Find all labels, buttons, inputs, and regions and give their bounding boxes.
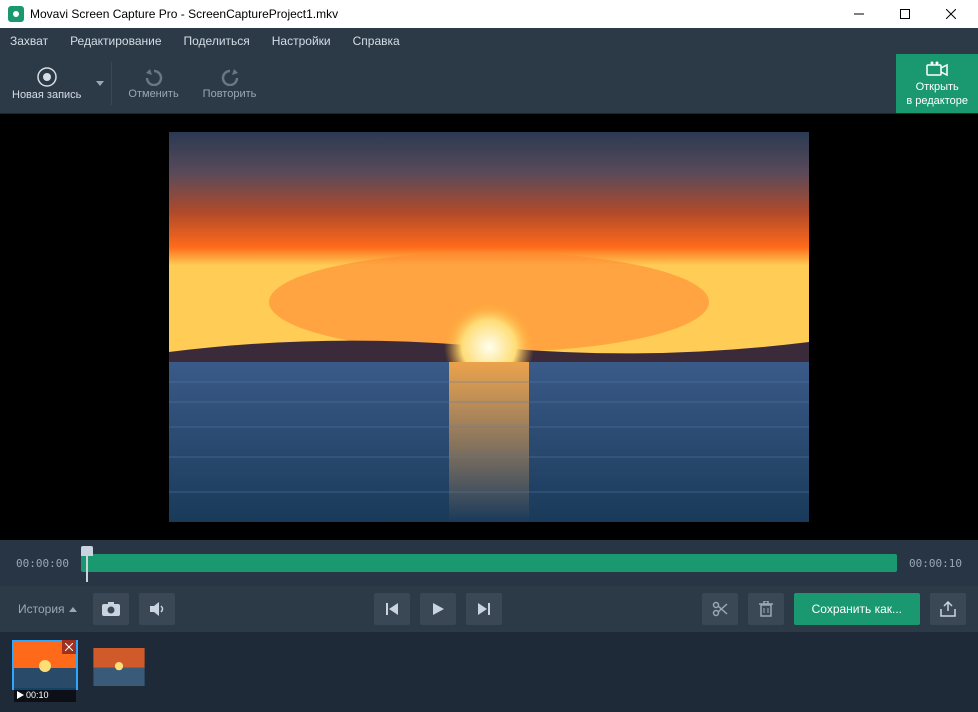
timeline-track[interactable] xyxy=(81,554,897,572)
thumbnail-item[interactable] xyxy=(88,640,150,702)
redo-icon xyxy=(219,68,241,86)
play-icon xyxy=(431,602,445,616)
undo-icon xyxy=(143,68,165,86)
next-frame-button[interactable] xyxy=(466,593,502,625)
toolbar: Новая запись Отменить Повторить Открыть … xyxy=(0,54,978,114)
open-editor-label-2: в редакторе xyxy=(906,95,968,107)
thumbnail-row: 00:10 xyxy=(0,632,978,710)
undo-label: Отменить xyxy=(128,88,178,100)
history-button[interactable]: История xyxy=(12,602,83,616)
menu-share[interactable]: Поделиться xyxy=(184,34,250,48)
photo-camera-icon xyxy=(102,602,120,616)
open-in-editor-button[interactable]: Открыть в редакторе xyxy=(896,54,978,113)
close-icon xyxy=(65,643,73,651)
separator xyxy=(111,62,112,105)
thumbnail-duration: 00:10 xyxy=(26,690,49,700)
thumbnail-close-button[interactable] xyxy=(62,640,76,654)
chevron-down-icon xyxy=(96,81,104,86)
prev-frame-button[interactable] xyxy=(374,593,410,625)
save-as-label: Сохранить как... xyxy=(812,602,902,616)
redo-button[interactable]: Повторить xyxy=(191,54,269,113)
timeline-row: 00:00:00 00:00:10 xyxy=(0,540,978,586)
mute-button[interactable] xyxy=(139,593,175,625)
menu-capture[interactable]: Захват xyxy=(10,34,48,48)
record-icon xyxy=(37,67,57,87)
play-icon xyxy=(16,691,24,699)
new-recording-label: Новая запись xyxy=(12,89,81,101)
titlebar: Movavi Screen Capture Pro - ScreenCaptur… xyxy=(0,0,978,28)
time-start: 00:00:00 xyxy=(16,557,69,570)
menubar: Захват Редактирование Поделиться Настрой… xyxy=(0,28,978,54)
screenshot-button[interactable] xyxy=(93,593,129,625)
menu-help[interactable]: Справка xyxy=(353,34,400,48)
preview-area xyxy=(0,114,978,540)
redo-label: Повторить xyxy=(203,88,257,100)
scissors-icon xyxy=(712,601,728,617)
share-button[interactable] xyxy=(930,593,966,625)
playhead[interactable] xyxy=(81,546,93,582)
window-title: Movavi Screen Capture Pro - ScreenCaptur… xyxy=(30,7,836,21)
thumbnail-item[interactable]: 00:10 xyxy=(14,640,76,702)
thumbnail-image xyxy=(88,648,150,686)
camera-icon xyxy=(926,61,948,79)
thumbnail-footer: 00:10 xyxy=(14,688,76,702)
close-button[interactable] xyxy=(928,0,974,28)
new-recording-dropdown[interactable] xyxy=(93,54,107,113)
menu-settings[interactable]: Настройки xyxy=(272,34,331,48)
controls-row: История Сохранить как... xyxy=(0,586,978,632)
new-recording-button[interactable]: Новая запись xyxy=(0,54,93,113)
play-button[interactable] xyxy=(420,593,456,625)
undo-button[interactable]: Отменить xyxy=(116,54,190,113)
maximize-button[interactable] xyxy=(882,0,928,28)
menu-edit[interactable]: Редактирование xyxy=(70,34,161,48)
trash-icon xyxy=(759,601,773,617)
skip-back-icon xyxy=(385,602,399,616)
save-as-button[interactable]: Сохранить как... xyxy=(794,593,920,625)
skip-forward-icon xyxy=(477,602,491,616)
speaker-icon xyxy=(148,601,166,617)
time-end: 00:00:10 xyxy=(909,557,962,570)
minimize-button[interactable] xyxy=(836,0,882,28)
history-label: История xyxy=(18,602,65,616)
share-icon xyxy=(940,601,956,617)
video-preview[interactable] xyxy=(169,132,809,522)
delete-button[interactable] xyxy=(748,593,784,625)
chevron-up-icon xyxy=(69,607,77,612)
cut-button[interactable] xyxy=(702,593,738,625)
open-editor-label-1: Открыть xyxy=(916,81,959,93)
app-icon xyxy=(8,6,24,22)
